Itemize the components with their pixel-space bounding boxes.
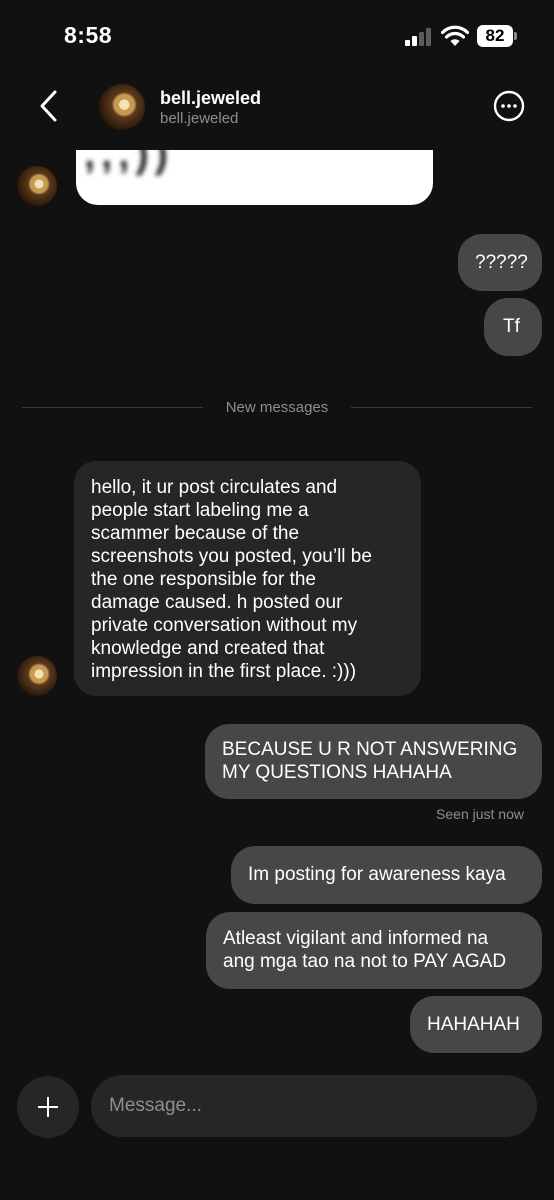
status-bar: 8:58 82	[0, 0, 554, 72]
new-messages-divider: New messages	[225, 399, 329, 416]
blurred-image-content: ,,,))	[84, 150, 174, 176]
status-time: 8:58	[64, 22, 113, 48]
message-sent-tf[interactable]: Tf	[484, 298, 542, 356]
message-sent-question-marks[interactable]: ?????	[458, 234, 542, 291]
add-attachment-button[interactable]	[17, 1076, 79, 1138]
message-sent-not-answering[interactable]: BECAUSE U R NOT ANSWERING MY QUESTIONS H…	[205, 724, 542, 799]
chat-header: bell.jeweled bell.jeweled	[0, 72, 554, 156]
shared-image-message[interactable]: ,,,))	[76, 150, 433, 205]
contact-name[interactable]: bell.jeweled	[160, 88, 261, 109]
seen-status: Seen just now	[436, 806, 524, 822]
wifi-icon	[441, 25, 469, 46]
message-input[interactable]	[91, 1075, 537, 1137]
message-received-long[interactable]: hello, it ur post circulates and people …	[74, 461, 421, 696]
battery-icon: 82	[477, 25, 517, 47]
more-options-button[interactable]	[493, 90, 525, 122]
battery-level: 82	[477, 25, 513, 47]
contact-avatar[interactable]	[99, 84, 145, 130]
back-button[interactable]	[30, 84, 70, 128]
sender-avatar	[17, 656, 57, 696]
cellular-signal-icon	[405, 28, 433, 46]
contact-username: bell.jeweled	[160, 110, 239, 127]
sender-avatar	[17, 166, 57, 206]
message-sent-hahahah[interactable]: HAHAHAH	[410, 996, 542, 1053]
message-sent-awareness[interactable]: Im posting for awareness kaya	[231, 846, 542, 904]
message-sent-vigilant[interactable]: Atleast vigilant and informed na ang mga…	[206, 912, 542, 989]
